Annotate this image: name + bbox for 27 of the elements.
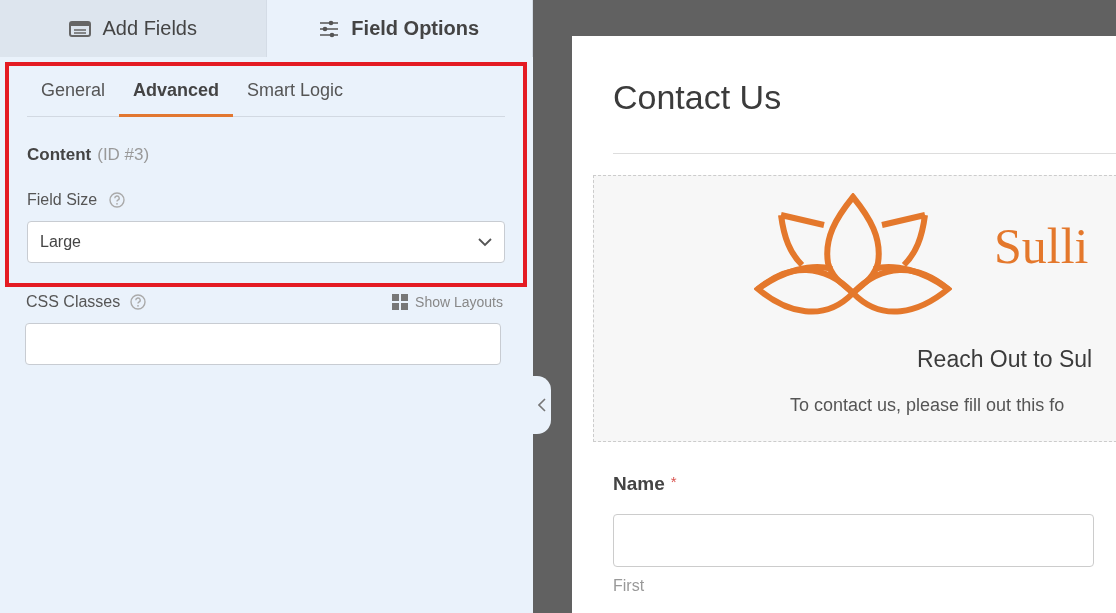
form-heading: Reach Out to Sul xyxy=(917,346,1094,373)
form-title: Contact Us xyxy=(613,77,783,112)
sub-tab[interactable]: General xyxy=(27,70,120,117)
panel-tab[interactable]: Add Fields xyxy=(0,0,267,57)
chevron-down-icon xyxy=(478,237,492,247)
collapse-handle[interactable] xyxy=(533,376,551,434)
field-size-select[interactable]: Large xyxy=(27,221,505,263)
required-mark: * xyxy=(670,473,677,492)
grid-icon xyxy=(392,294,409,310)
sub-tab[interactable]: Smart Logic xyxy=(233,70,358,117)
sliders-icon xyxy=(319,19,340,38)
field-size-label: Field Size xyxy=(27,191,98,209)
name-input[interactable] xyxy=(613,514,1094,567)
css-classes-input[interactable] xyxy=(25,323,501,365)
css-classes-label: CSS Classes xyxy=(26,293,121,311)
field-label: Name xyxy=(613,473,665,495)
form-description: To contact us, please fill out this fo xyxy=(790,395,1066,416)
chevron-left-icon xyxy=(538,398,546,412)
sublabel: First xyxy=(613,577,646,595)
lotus-logo-icon xyxy=(754,193,952,318)
field-title: Content xyxy=(27,145,92,165)
field-id: (ID #3) xyxy=(97,145,150,165)
list-icon xyxy=(68,20,91,37)
help-icon[interactable] xyxy=(130,294,147,310)
brand-name: Sulli xyxy=(994,216,1089,275)
sub-tab[interactable]: Advanced xyxy=(119,70,234,117)
help-icon[interactable] xyxy=(109,192,126,208)
